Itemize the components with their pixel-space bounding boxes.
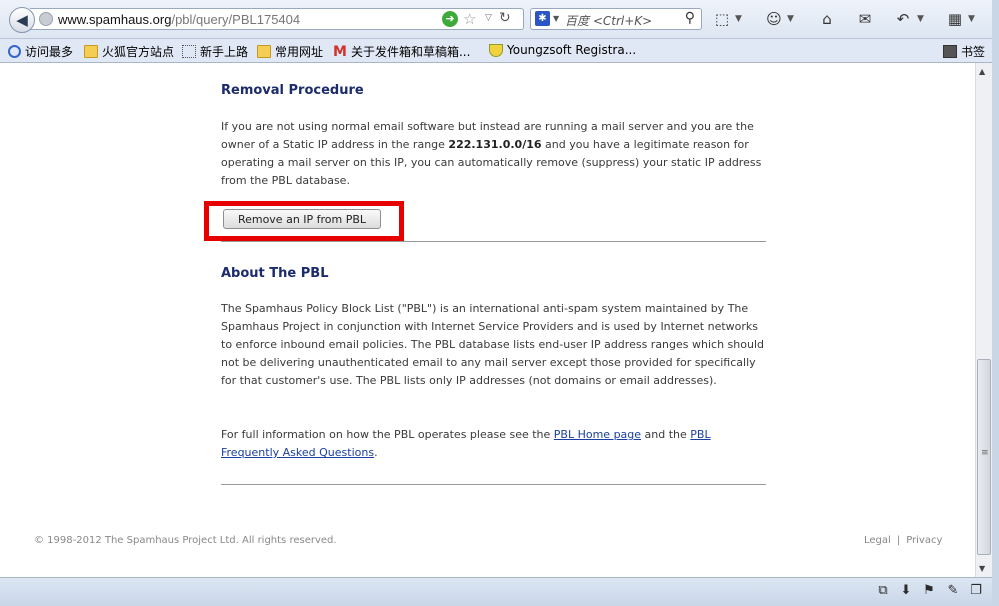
- scroll-up-arrow-icon[interactable]: ▲: [979, 67, 985, 76]
- external-link-icon[interactable]: ⧉: [874, 582, 892, 600]
- removal-procedure-heading: Removal Procedure: [221, 83, 364, 98]
- removal-procedure-text: If you are not using normal email softwa…: [221, 118, 766, 190]
- undo-dropdown-icon[interactable]: ▼: [917, 9, 924, 29]
- footer-copyright: © 1998-2012 The Spamhaus Project Ltd. Al…: [34, 535, 337, 546]
- reload-icon[interactable]: ↻: [499, 10, 511, 26]
- legal-link[interactable]: Legal: [864, 535, 891, 546]
- section-divider: [221, 241, 766, 242]
- home-icon[interactable]: ⌂: [817, 9, 837, 29]
- search-magnifier-icon[interactable]: ⚲: [685, 10, 695, 26]
- download-icon[interactable]: ⬇: [897, 582, 915, 600]
- search-bar[interactable]: ✱ ▼ 百度 <Ctrl+K> ⚲: [530, 8, 702, 30]
- bookmark-most-visited[interactable]: 访问最多: [8, 43, 73, 60]
- annotation-highlight-box: [204, 201, 404, 241]
- url-path: /pbl/query/PBL175404: [171, 12, 301, 27]
- folder-icon: [257, 45, 271, 58]
- bookmark-label: 常用网址: [275, 45, 324, 59]
- about-pbl-heading: About The PBL: [221, 266, 329, 281]
- bookmarks-toolbar: 访问最多 火狐官方站点 新手上路 常用网址 M 关于发件箱和草稿箱... You…: [0, 39, 999, 63]
- section-divider: [221, 484, 766, 485]
- bookmark-label: 访问最多: [25, 45, 74, 59]
- url-text[interactable]: www.spamhaus.org/pbl/query/PBL175404: [58, 12, 300, 27]
- bookmarks-menu-button[interactable]: 书签: [943, 43, 985, 60]
- window-restore-icon[interactable]: ❐: [967, 582, 985, 600]
- addon-face-icon[interactable]: ☺: [764, 9, 784, 29]
- back-button[interactable]: ◀: [9, 7, 35, 33]
- info-text-part: For full information on how the PBL oper…: [221, 428, 554, 441]
- search-engine-icon[interactable]: ✱: [535, 11, 550, 26]
- flag-icon[interactable]: ⚑: [920, 582, 938, 600]
- info-text-part: and the: [641, 428, 691, 441]
- privacy-link[interactable]: Privacy: [906, 535, 942, 546]
- vertical-scrollbar[interactable]: ▲ ≡ ▼: [975, 63, 992, 577]
- about-pbl-text: The Spamhaus Policy Block List ("PBL") i…: [221, 302, 764, 387]
- url-bar[interactable]: www.spamhaus.org/pbl/query/PBL175404 ➜ ☆…: [30, 8, 524, 30]
- apps-dropdown-icon[interactable]: ▼: [968, 9, 975, 29]
- page-icon: [182, 45, 196, 58]
- bookmark-star-icon[interactable]: ☆: [463, 10, 476, 28]
- footer-separator: |: [896, 535, 901, 546]
- window-border: [992, 0, 999, 606]
- info-text-part: .: [374, 446, 378, 459]
- footer-links: Legal | Privacy: [864, 535, 942, 546]
- screenshot-dropdown-icon[interactable]: ▼: [735, 9, 742, 29]
- tools-icon[interactable]: ✎: [944, 582, 962, 600]
- search-icon: [8, 45, 21, 58]
- bookmarks-menu-label: 书签: [961, 45, 986, 59]
- status-bar: ⧉ ⬇ ⚑ ✎ ❐: [0, 577, 992, 606]
- history-dropdown-icon[interactable]: ▽: [485, 13, 492, 23]
- search-engine-dropdown-icon[interactable]: ▼: [553, 14, 559, 23]
- url-host: www.spamhaus.org: [58, 12, 172, 27]
- shield-icon: [489, 43, 503, 57]
- bookmark-label: 关于发件箱和草稿箱...: [350, 45, 471, 59]
- screenshot-icon[interactable]: ⬚: [712, 9, 732, 29]
- bookmark-label: 新手上路: [200, 45, 249, 59]
- scroll-down-arrow-icon[interactable]: ▼: [979, 564, 985, 573]
- site-identity-icon[interactable]: [39, 12, 53, 26]
- go-icon[interactable]: ➜: [442, 11, 458, 27]
- gmail-icon: M: [333, 43, 347, 60]
- ip-range: 222.131.0.0/16: [448, 138, 542, 151]
- apps-grid-icon[interactable]: ▦: [945, 9, 965, 29]
- bookmark-label: 火狐官方站点: [102, 45, 175, 59]
- bookmarks-icon: [943, 45, 957, 58]
- undo-close-icon[interactable]: ↶: [893, 9, 913, 29]
- page-viewport: Removal Procedure If you are not using n…: [0, 63, 975, 577]
- pbl-home-link[interactable]: PBL Home page: [554, 428, 641, 441]
- search-input[interactable]: 百度 <Ctrl+K>: [565, 12, 652, 29]
- bookmark-firefox-official[interactable]: 火狐官方站点: [84, 43, 174, 60]
- bookmark-getting-started[interactable]: 新手上路: [182, 43, 248, 60]
- folder-icon: [84, 45, 98, 58]
- scrollbar-thumb[interactable]: ≡: [977, 359, 991, 555]
- bookmark-common-sites[interactable]: 常用网址: [257, 43, 323, 60]
- back-arrow-icon: ◀: [16, 10, 28, 29]
- navigation-toolbar: www.spamhaus.org/pbl/query/PBL175404 ➜ ☆…: [0, 0, 999, 39]
- thumb-grip-icon: ≡: [981, 448, 989, 458]
- bookmark-label: Youngzsoft Registra...: [507, 43, 637, 57]
- mail-icon[interactable]: ✉: [855, 9, 875, 29]
- bookmark-gmail[interactable]: M 关于发件箱和草稿箱...: [333, 43, 470, 60]
- bookmark-youngzsoft[interactable]: Youngzsoft Registra...: [489, 43, 636, 57]
- addon-dropdown-icon[interactable]: ▼: [787, 9, 794, 29]
- pbl-info-text: For full information on how the PBL oper…: [221, 426, 766, 462]
